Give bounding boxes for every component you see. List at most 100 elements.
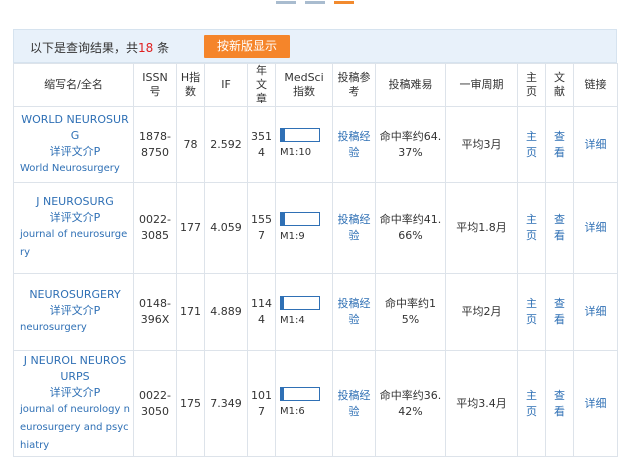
if-cell: 4.889 <box>204 273 248 351</box>
literature-link[interactable]: 查看 <box>549 212 570 244</box>
homepage-link[interactable]: 主页 <box>521 212 542 244</box>
new-version-button[interactable]: 按新版显示 <box>204 35 290 58</box>
col-difficulty: 投稿难易 <box>375 63 446 107</box>
medsci-bar-fill <box>281 212 285 225</box>
detail-link[interactable]: 详细 <box>577 304 614 320</box>
table-row: NEUROSURGERY 详评文介P neurosurgery 0148-396X 17… <box>13 273 618 351</box>
table-row: J NEUROL NEUROSURPS 详评文介P journal of neuro… <box>13 350 618 457</box>
home-cell: 主页 <box>517 350 546 457</box>
issn-cell: 0148-396X <box>133 273 177 351</box>
detail-link[interactable]: 详细 <box>577 220 614 236</box>
journal-fullname[interactable]: journal of neurology neurosurgery and ps… <box>20 404 130 451</box>
pager-tab-2[interactable] <box>305 1 325 4</box>
medsci-bar-fill <box>281 296 284 309</box>
results-count: 18 <box>138 41 154 55</box>
col-name: 缩写名/全名 <box>13 63 134 107</box>
medsci-bar <box>280 387 320 401</box>
submission-experience-link[interactable]: 投稿经验 <box>338 389 371 418</box>
difficulty-cell: 命中率约36.42% <box>375 350 446 457</box>
medsci-label: M1:9 <box>280 230 305 242</box>
journal-detail-link[interactable]: 详评文介P <box>20 303 130 319</box>
difficulty-cell: 命中率约41.66% <box>375 182 446 274</box>
detail-link[interactable]: 详细 <box>577 396 614 412</box>
pager-tab-1[interactable] <box>276 1 296 4</box>
literature-link[interactable]: 查看 <box>549 296 570 328</box>
medsci-label: M1:4 <box>280 314 305 326</box>
difficulty-cell: 命中率约64.37% <box>375 106 446 183</box>
home-cell: 主页 <box>517 182 546 274</box>
lit-cell: 查看 <box>545 182 574 274</box>
h-index-cell: 177 <box>176 182 205 274</box>
journal-detail-link[interactable]: 详评文介P <box>20 210 130 226</box>
ref-cell: 投稿经验 <box>332 350 376 457</box>
col-review: 一审周期 <box>445 63 518 107</box>
review-cell: 平均2月 <box>445 273 518 351</box>
homepage-link[interactable]: 主页 <box>521 388 542 420</box>
medsci-cell: M1:6 <box>275 350 333 457</box>
journal-fullname[interactable]: journal of neurosurgery <box>20 229 127 258</box>
homepage-link[interactable]: 主页 <box>521 296 542 328</box>
lit-cell: 查看 <box>545 350 574 457</box>
issn-cell: 1878-8750 <box>133 106 177 183</box>
literature-link[interactable]: 查看 <box>549 129 570 161</box>
journal-detail-link[interactable]: 详评文介P <box>20 144 130 160</box>
h-index-cell: 171 <box>176 273 205 351</box>
journal-abbr[interactable]: NEUROSURGERY <box>20 287 130 303</box>
literature-link[interactable]: 查看 <box>549 388 570 420</box>
medsci-bar-fill <box>281 129 285 141</box>
ref-cell: 投稿经验 <box>332 273 376 351</box>
journal-name-cell: WORLD NEUROSURG 详评文介P World Neurosurgery <box>13 106 134 183</box>
journal-name-cell: J NEUROSURG 详评文介P journal of neurosurgery <box>13 182 134 274</box>
journal-abbr[interactable]: WORLD NEUROSURG <box>20 112 130 144</box>
if-cell: 2.592 <box>204 106 248 183</box>
medsci-bar <box>280 128 320 142</box>
lit-cell: 查看 <box>545 106 574 183</box>
h-index-cell: 78 <box>176 106 205 183</box>
link-cell: 详细 <box>573 182 618 274</box>
results-suffix: 条 <box>157 41 170 55</box>
submission-experience-link[interactable]: 投稿经验 <box>338 213 371 242</box>
medsci-cell: M1:10 <box>275 106 333 183</box>
col-articles: 年文章 <box>247 63 276 107</box>
review-cell: 平均3月 <box>445 106 518 183</box>
articles-cell: 1557 <box>247 182 276 274</box>
pager-tabs <box>0 0 640 12</box>
journal-abbr[interactable]: J NEUROL NEUROSURPS <box>20 353 130 385</box>
pager-tab-3[interactable] <box>334 1 354 4</box>
if-cell: 4.059 <box>204 182 248 274</box>
journal-fullname[interactable]: World Neurosurgery <box>20 163 120 174</box>
link-cell: 详细 <box>573 350 618 457</box>
ref-cell: 投稿经验 <box>332 106 376 183</box>
detail-link[interactable]: 详细 <box>577 137 614 153</box>
medsci-bar <box>280 211 320 226</box>
medsci-bar <box>280 295 320 310</box>
submission-experience-link[interactable]: 投稿经验 <box>338 130 371 159</box>
lit-cell: 查看 <box>545 273 574 351</box>
journal-name-cell: J NEUROL NEUROSURPS 详评文介P journal of neuro… <box>13 350 134 457</box>
col-medsci: MedSci指数 <box>275 63 333 107</box>
review-cell: 平均1.8月 <box>445 182 518 274</box>
col-lit: 文献 <box>545 63 574 107</box>
difficulty-cell: 命中率约15% <box>375 273 446 351</box>
medsci-label: M1:10 <box>280 147 312 158</box>
home-cell: 主页 <box>517 273 546 351</box>
results-header: 以下是查询结果，共18 条 按新版显示 <box>13 29 617 63</box>
journal-fullname[interactable]: neurosurgery <box>20 322 87 333</box>
table-header-row: 缩写名/全名 ISSN号 H指数 IF 年文章 MedSci指数 投稿参考 投稿… <box>13 63 618 107</box>
articles-cell: 1017 <box>247 350 276 457</box>
col-h-index: H指数 <box>176 63 205 107</box>
journal-detail-link[interactable]: 详评文介P <box>20 385 130 401</box>
homepage-link[interactable]: 主页 <box>521 129 542 161</box>
medsci-cell: M1:4 <box>275 273 333 351</box>
journal-abbr[interactable]: J NEUROSURG <box>20 194 130 210</box>
col-if: IF <box>204 63 248 107</box>
results-summary: 以下是查询结果，共18 条 <box>30 39 169 56</box>
review-cell: 平均3.4月 <box>445 350 518 457</box>
submission-experience-link[interactable]: 投稿经验 <box>338 297 371 326</box>
issn-cell: 0022-3050 <box>133 350 177 457</box>
ref-cell: 投稿经验 <box>332 182 376 274</box>
col-link: 链接 <box>573 63 618 107</box>
if-cell: 7.349 <box>204 350 248 457</box>
table-row: WORLD NEUROSURG 详评文介P World Neurosurgery 18… <box>13 106 618 183</box>
medsci-bar-fill <box>281 388 284 400</box>
